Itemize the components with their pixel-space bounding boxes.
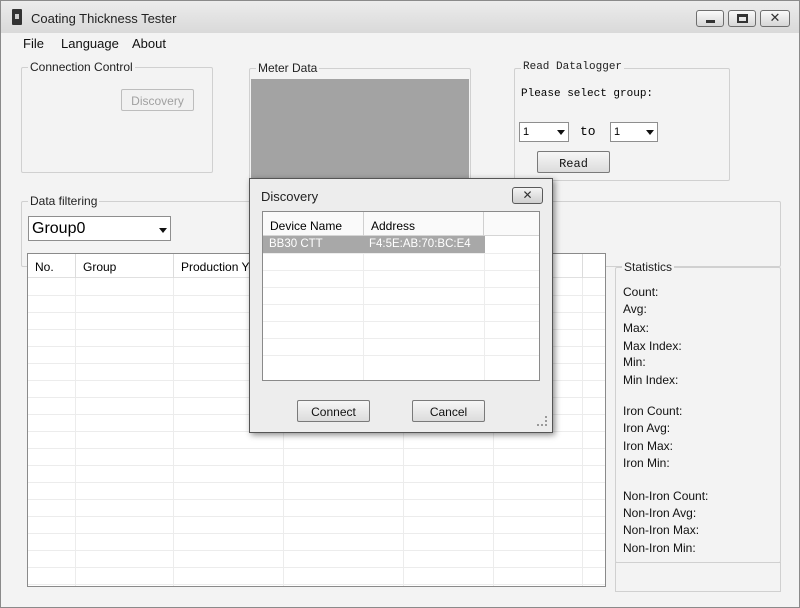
- row-divider: [263, 304, 539, 305]
- dialog-title: Discovery: [261, 189, 319, 204]
- stat-iron-count: Iron Count:: [623, 404, 683, 418]
- row-divider: [263, 253, 539, 254]
- row-divider: [28, 516, 605, 517]
- device-name: BB30 CTT: [269, 238, 323, 250]
- device-list[interactable]: Device Name Address BB30 CTT F4:5E:AB:70…: [262, 211, 540, 381]
- stat-non-iron-max: Non-Iron Max:: [623, 523, 700, 537]
- column-header-group[interactable]: Group: [76, 254, 174, 278]
- row-divider: [263, 287, 539, 288]
- row-divider: [28, 482, 605, 483]
- chevron-down-icon: [646, 130, 654, 135]
- title-bar[interactable]: Coating Thickness Tester ✕: [1, 1, 799, 33]
- group-filter-value: Group0: [32, 220, 86, 237]
- discovery-button[interactable]: Discovery: [121, 89, 194, 111]
- stat-non-iron-avg: Non-Iron Avg:: [623, 506, 697, 520]
- stat-iron-avg: Iron Avg:: [623, 421, 671, 435]
- stat-iron-max: Iron Max:: [623, 439, 674, 453]
- row-divider: [28, 465, 605, 466]
- chevron-down-icon: [159, 228, 167, 233]
- select-group-prompt: Please select group:: [521, 88, 654, 100]
- column-divider: [582, 278, 583, 586]
- meter-data-label: Meter Data: [256, 61, 320, 75]
- group-filter-select[interactable]: Group0: [28, 216, 171, 241]
- connection-control-label: Connection Control: [28, 60, 135, 74]
- stat-max-index: Max Index:: [623, 339, 682, 353]
- stat-min-index: Min Index:: [623, 373, 679, 387]
- row-divider: [28, 448, 605, 449]
- stat-max: Max:: [623, 321, 650, 335]
- group-from-value: 1: [523, 126, 530, 138]
- maximize-button[interactable]: [728, 10, 756, 27]
- chevron-down-icon: [557, 130, 565, 135]
- column-header-device-name[interactable]: Device Name: [263, 212, 364, 236]
- data-filtering-label: Data filtering: [28, 194, 100, 208]
- stat-non-iron-min: Non-Iron Min:: [623, 541, 696, 555]
- close-icon: ✕: [522, 188, 533, 202]
- close-button[interactable]: ✕: [760, 10, 790, 27]
- column-divider: [173, 278, 174, 586]
- stat-count: Count:: [623, 285, 659, 299]
- column-header-address[interactable]: Address: [364, 212, 484, 236]
- minimize-button[interactable]: [696, 10, 724, 27]
- stat-non-iron-count: Non-Iron Count:: [623, 489, 709, 503]
- row-divider: [28, 567, 605, 568]
- menu-language[interactable]: Language: [61, 36, 119, 51]
- statistics-label: Statistics: [622, 260, 675, 274]
- resize-grip-icon[interactable]: [537, 416, 547, 426]
- menu-bar: File Language About: [1, 33, 799, 53]
- main-window: Coating Thickness Tester ✕ File Language…: [0, 0, 800, 608]
- to-label: to: [580, 124, 596, 139]
- menu-about[interactable]: About: [132, 36, 166, 51]
- close-icon: ✕: [769, 10, 781, 25]
- row-divider: [263, 270, 539, 271]
- column-divider: [484, 236, 485, 380]
- stat-iron-min: Iron Min:: [623, 456, 670, 470]
- row-divider: [28, 550, 605, 551]
- column-divider: [75, 278, 76, 586]
- column-divider: [363, 236, 364, 380]
- column-divider: [582, 254, 583, 278]
- stat-min: Min:: [623, 355, 646, 369]
- meter-display: [251, 79, 469, 179]
- row-divider: [263, 321, 539, 322]
- app-icon: [12, 9, 22, 25]
- group-to-value: 1: [614, 126, 621, 138]
- dialog-close-button[interactable]: ✕: [512, 187, 543, 204]
- column-header-no[interactable]: No.: [28, 254, 76, 278]
- device-address: F4:5E:AB:70:BC:E4: [369, 238, 471, 250]
- row-divider: [263, 338, 539, 339]
- group-to-select[interactable]: 1: [610, 122, 658, 142]
- group-from-select[interactable]: 1: [519, 122, 569, 142]
- minimize-icon: [706, 20, 715, 23]
- stat-avg: Avg:: [623, 302, 647, 316]
- row-divider: [28, 499, 605, 500]
- connect-button[interactable]: Connect: [297, 400, 370, 422]
- device-row[interactable]: BB30 CTT F4:5E:AB:70:BC:E4: [263, 236, 485, 253]
- read-button[interactable]: Read: [537, 151, 610, 173]
- row-divider: [28, 584, 605, 585]
- discovery-dialog: Discovery ✕ Device Name Address BB30 CTT…: [249, 178, 553, 433]
- status-box: [615, 562, 781, 592]
- cancel-button[interactable]: Cancel: [412, 400, 485, 422]
- maximize-icon: [737, 14, 748, 23]
- window-title: Coating Thickness Tester: [31, 11, 177, 26]
- row-divider: [263, 355, 539, 356]
- read-datalogger-label: Read Datalogger: [521, 61, 625, 73]
- connection-control-group: Connection Control: [21, 60, 213, 173]
- menu-file[interactable]: File: [23, 36, 44, 51]
- row-divider: [28, 533, 605, 534]
- device-list-header: Device Name Address: [263, 212, 539, 236]
